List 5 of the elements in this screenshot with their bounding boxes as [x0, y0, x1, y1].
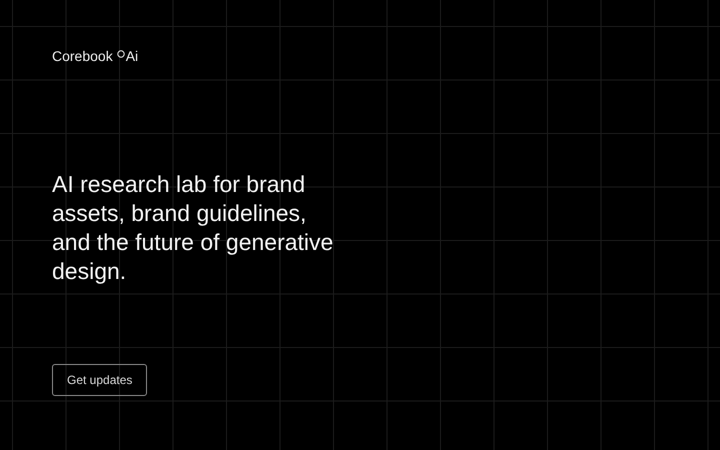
headline: AI research lab for brand assets, brand guidelines, and the future of generative design.: [52, 170, 334, 286]
get-updates-button[interactable]: Get updates: [52, 364, 148, 396]
brand-name: Corebook: [52, 47, 113, 66]
brand-suffix: Ai: [126, 47, 138, 66]
circle-icon: [116, 50, 125, 58]
